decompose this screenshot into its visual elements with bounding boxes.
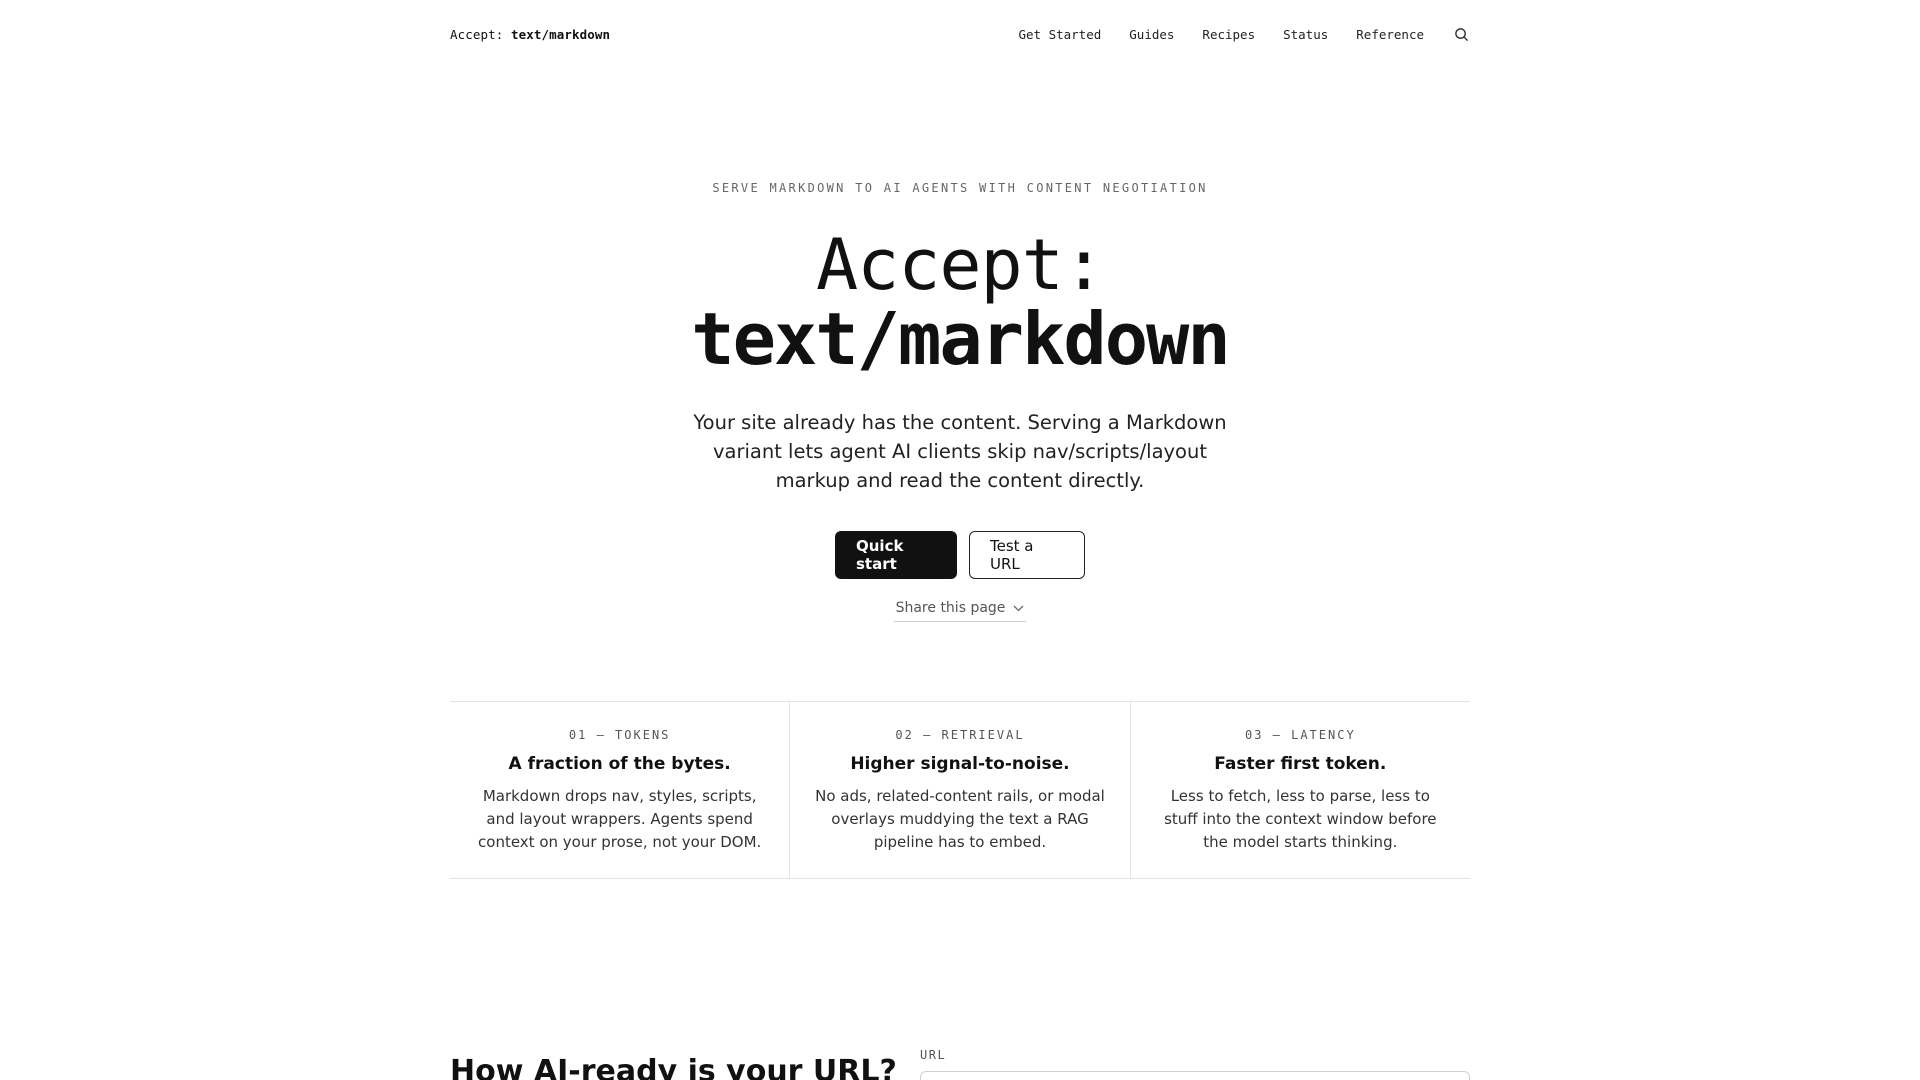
chevron-down-icon: [1013, 600, 1024, 616]
page-title: Accept: text/markdown: [0, 228, 1920, 376]
feature-latency: 03 — LATENCY Faster first token. Less to…: [1129, 702, 1470, 878]
url-tester-title: How AI-ready is your URL?: [450, 1054, 897, 1080]
hero-lead: Your site already has the content. Servi…: [693, 411, 1227, 492]
site-header: Accept: text/markdown Get Started Guides…: [450, 0, 1470, 68]
feature-title: Faster first token.: [1214, 754, 1387, 774]
feature-number: 02 — RETRIEVAL: [895, 728, 1025, 742]
feature-body: Markdown drops nav, styles, scripts, and…: [478, 787, 762, 851]
feature-number: 01 — TOKENS: [568, 728, 671, 742]
brand-prefix: Accept:: [450, 26, 504, 42]
nav-recipes[interactable]: Recipes: [1202, 27, 1255, 42]
feature-retrieval: 02 — RETRIEVAL Higher signal-to-noise. N…: [789, 702, 1129, 878]
test-url-button[interactable]: Test a URL: [969, 531, 1085, 579]
share-page-dropdown[interactable]: Share this page: [894, 594, 1026, 622]
hero-actions: Quick start Test a URL: [0, 531, 1920, 579]
url-label: URL: [920, 1048, 947, 1062]
nav-reference[interactable]: Reference: [1356, 27, 1424, 42]
feature-body: Less to fetch, less to parse, less to st…: [1164, 787, 1437, 851]
feature-title: Higher signal-to-noise.: [850, 754, 1070, 774]
title-line-2: text/markdown: [691, 297, 1231, 381]
title-line-1: Accept:: [815, 224, 1105, 306]
search-icon[interactable]: [1452, 25, 1470, 43]
nav-get-started[interactable]: Get Started: [1018, 27, 1101, 42]
nav-guides[interactable]: Guides: [1129, 27, 1174, 42]
features-grid: 01 — TOKENS A fraction of the bytes. Mar…: [450, 701, 1470, 879]
quick-start-button[interactable]: Quick start: [835, 531, 957, 579]
brand-value: text/markdown: [511, 26, 611, 42]
feature-tokens: 01 — TOKENS A fraction of the bytes. Mar…: [450, 702, 789, 878]
feature-number: 03 — LATENCY: [1244, 728, 1356, 742]
brand-logo[interactable]: Accept: text/markdown: [450, 27, 610, 42]
feature-title: A fraction of the bytes.: [508, 754, 731, 774]
share-label: Share this page: [895, 599, 1006, 616]
feature-body: No ads, related-content rails, or modal …: [815, 787, 1105, 851]
main-nav: Get Started Guides Recipes Status Refere…: [990, 25, 1470, 43]
url-input[interactable]: [920, 1071, 1470, 1080]
nav-status[interactable]: Status: [1283, 27, 1328, 42]
hero-eyebrow: SERVE MARKDOWN TO AI AGENTS WITH CONTENT…: [712, 181, 1208, 195]
